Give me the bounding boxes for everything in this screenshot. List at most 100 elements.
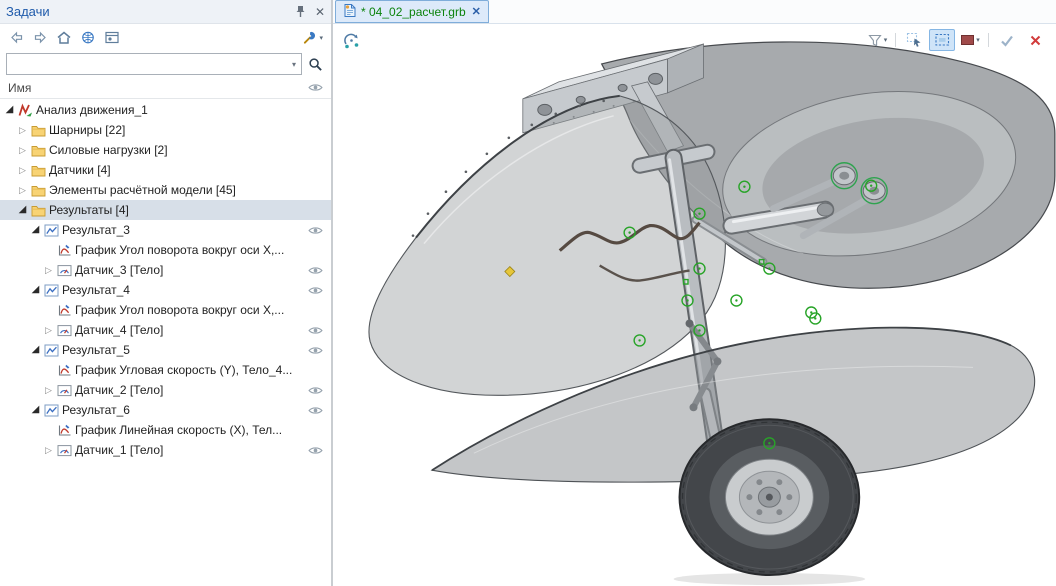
graph-icon [55, 244, 73, 257]
document-icon [343, 3, 357, 21]
visibility-eye-icon[interactable] [308, 445, 323, 456]
tree-item[interactable]: ▷Датчик_2 [Тело] [0, 380, 331, 400]
tree-item[interactable]: График Угол поворота вокруг оси X,... [0, 240, 331, 260]
color-select-button[interactable]: ▾ [957, 29, 983, 51]
search-icon[interactable] [305, 54, 325, 74]
tree-item[interactable]: График Угол поворота вокруг оси X,... [0, 300, 331, 320]
search-input[interactable] [7, 56, 287, 72]
panel-header-icons: ✕ [295, 5, 325, 18]
tree-expander-icon[interactable]: ▷ [42, 440, 55, 460]
document-tab-bar: * 04_02_расчет.grb ✕ [333, 0, 1056, 24]
tasks-panel: Задачи ✕ ▾ ▾ Имя ◢Анализ движения_1▷Шарн… [0, 0, 331, 586]
tab-close-icon[interactable]: ✕ [472, 5, 481, 18]
cancel-button[interactable] [1022, 29, 1048, 51]
tree-item[interactable]: ▷Датчики [4] [0, 160, 331, 180]
tree-item[interactable]: График Угловая скорость (Y), Тело_4... [0, 360, 331, 380]
back-button[interactable] [5, 27, 27, 49]
tree-item-label: График Угол поворота вокруг оси X,... [75, 303, 284, 317]
tree-item-label: Датчик_4 [Тело] [75, 323, 163, 337]
home-button[interactable] [53, 27, 75, 49]
tree-expander-icon[interactable]: ◢ [29, 340, 42, 360]
sensor-icon [55, 444, 73, 457]
search-combobox[interactable]: ▾ [6, 53, 302, 75]
visibility-eye-icon[interactable] [308, 225, 323, 236]
tree-item[interactable]: ◢Анализ движения_1 [0, 100, 331, 120]
tree-item[interactable]: График Линейная скорость (X), Тел... [0, 420, 331, 440]
tree-expander-icon[interactable]: ▷ [42, 260, 55, 280]
tree-item[interactable]: ◢Результаты [4] [0, 200, 331, 220]
visibility-column-icon[interactable] [308, 82, 323, 93]
tree-item-label: Результат_4 [62, 283, 130, 297]
tree-item-label: График Линейная скорость (X), Тел... [75, 423, 282, 437]
folder-icon [29, 184, 47, 197]
tree-item[interactable]: ▷ Датчик_4 [Тело] [0, 320, 331, 340]
tree-item[interactable]: ▷Датчик_3 [Тело] [0, 260, 331, 280]
window-button[interactable] [101, 27, 123, 49]
tree-item[interactable]: ◢ Результат_3 [0, 220, 331, 240]
tree-expander-icon[interactable]: ▷ [16, 180, 29, 200]
visibility-eye-icon[interactable] [308, 385, 323, 396]
tree-expander-icon[interactable]: ▷ [16, 120, 29, 140]
pick-mode-button[interactable] [901, 29, 927, 51]
tree-item[interactable]: ◢Результат_5 [0, 340, 331, 360]
tree-item[interactable]: ▷ Элементы расчётной модели [45] [0, 180, 331, 200]
dropdown-arrow-icon: ▾ [884, 36, 888, 44]
tree-expander-icon[interactable]: ◢ [3, 100, 16, 120]
selection-filter-button[interactable]: ▾ [864, 29, 890, 51]
tree-item[interactable]: ▷ Датчик_1 [Тело] [0, 440, 331, 460]
box-select-button[interactable] [929, 29, 955, 51]
tree-item-label: График Угол поворота вокруг оси X,... [75, 243, 284, 257]
search-row: ▾ [0, 51, 331, 77]
tree-item[interactable]: ◢ Результат_4 [0, 280, 331, 300]
name-column-header: Имя [8, 81, 31, 95]
graph-icon [55, 424, 73, 437]
landing-gear-model [333, 24, 1056, 586]
application-window: Задачи ✕ ▾ ▾ Имя ◢Анализ движения_1▷Шарн… [0, 0, 1056, 586]
dropdown-arrow-icon: ▾ [976, 36, 980, 44]
toolbar-separator [988, 33, 989, 47]
result-icon [42, 224, 60, 237]
toolbar-separator [895, 33, 896, 47]
folder-icon [29, 204, 47, 217]
pin-icon[interactable] [295, 5, 306, 18]
tree-expander-icon[interactable]: ▷ [42, 380, 55, 400]
visibility-eye-icon[interactable] [308, 345, 323, 356]
left-gear-door [369, 96, 725, 395]
tree-expander-icon[interactable]: ▷ [16, 160, 29, 180]
tree-expander-icon[interactable]: ▷ [42, 320, 55, 340]
tree-expander-icon[interactable]: ◢ [29, 220, 42, 240]
tree-item-label: Результат_6 [62, 403, 130, 417]
confirm-button[interactable] [994, 29, 1020, 51]
tree-expander-icon[interactable]: ◢ [16, 200, 29, 220]
result-icon [42, 404, 60, 417]
folder-icon [29, 144, 47, 157]
tree-item[interactable]: ◢ Результат_6 [0, 400, 331, 420]
forward-button[interactable] [29, 27, 51, 49]
visibility-eye-icon[interactable] [308, 405, 323, 416]
visibility-eye-icon[interactable] [308, 265, 323, 276]
sensor-icon [55, 384, 73, 397]
document-tab[interactable]: * 04_02_расчет.grb ✕ [335, 0, 489, 23]
visibility-eye-icon[interactable] [308, 325, 323, 336]
dropdown-arrow-icon: ▾ [319, 34, 323, 42]
main-area: * 04_02_расчет.grb ✕ ▾▾ [333, 0, 1056, 586]
3d-viewport[interactable]: ▾▾ [333, 24, 1056, 586]
tree-item-label: Шарниры [22] [49, 123, 125, 137]
task-tree: ◢Анализ движения_1▷Шарниры [22]▷Силовые … [0, 99, 331, 586]
close-icon[interactable]: ✕ [315, 6, 325, 18]
tree-expander-icon[interactable]: ◢ [29, 280, 42, 300]
web-button[interactable] [77, 27, 99, 49]
visibility-eye-icon[interactable] [308, 285, 323, 296]
combo-dropdown-icon[interactable]: ▾ [287, 60, 301, 69]
sensor-icon [55, 324, 73, 337]
tree-expander-icon[interactable]: ▷ [16, 140, 29, 160]
tree-item-label: Результат_3 [62, 223, 130, 237]
dof-indicator-icon [342, 31, 361, 53]
tree-item-label: График Угловая скорость (Y), Тело_4... [75, 363, 292, 377]
settings-button[interactable]: ▾ [299, 27, 326, 49]
tree-item[interactable]: ▷ Шарниры [22] [0, 120, 331, 140]
tree-item-label: Датчик_1 [Тело] [75, 443, 163, 457]
tree-item-label: Элементы расчётной модели [45] [49, 183, 236, 197]
tree-item[interactable]: ▷Силовые нагрузки [2] [0, 140, 331, 160]
tree-expander-icon[interactable]: ◢ [29, 400, 42, 420]
